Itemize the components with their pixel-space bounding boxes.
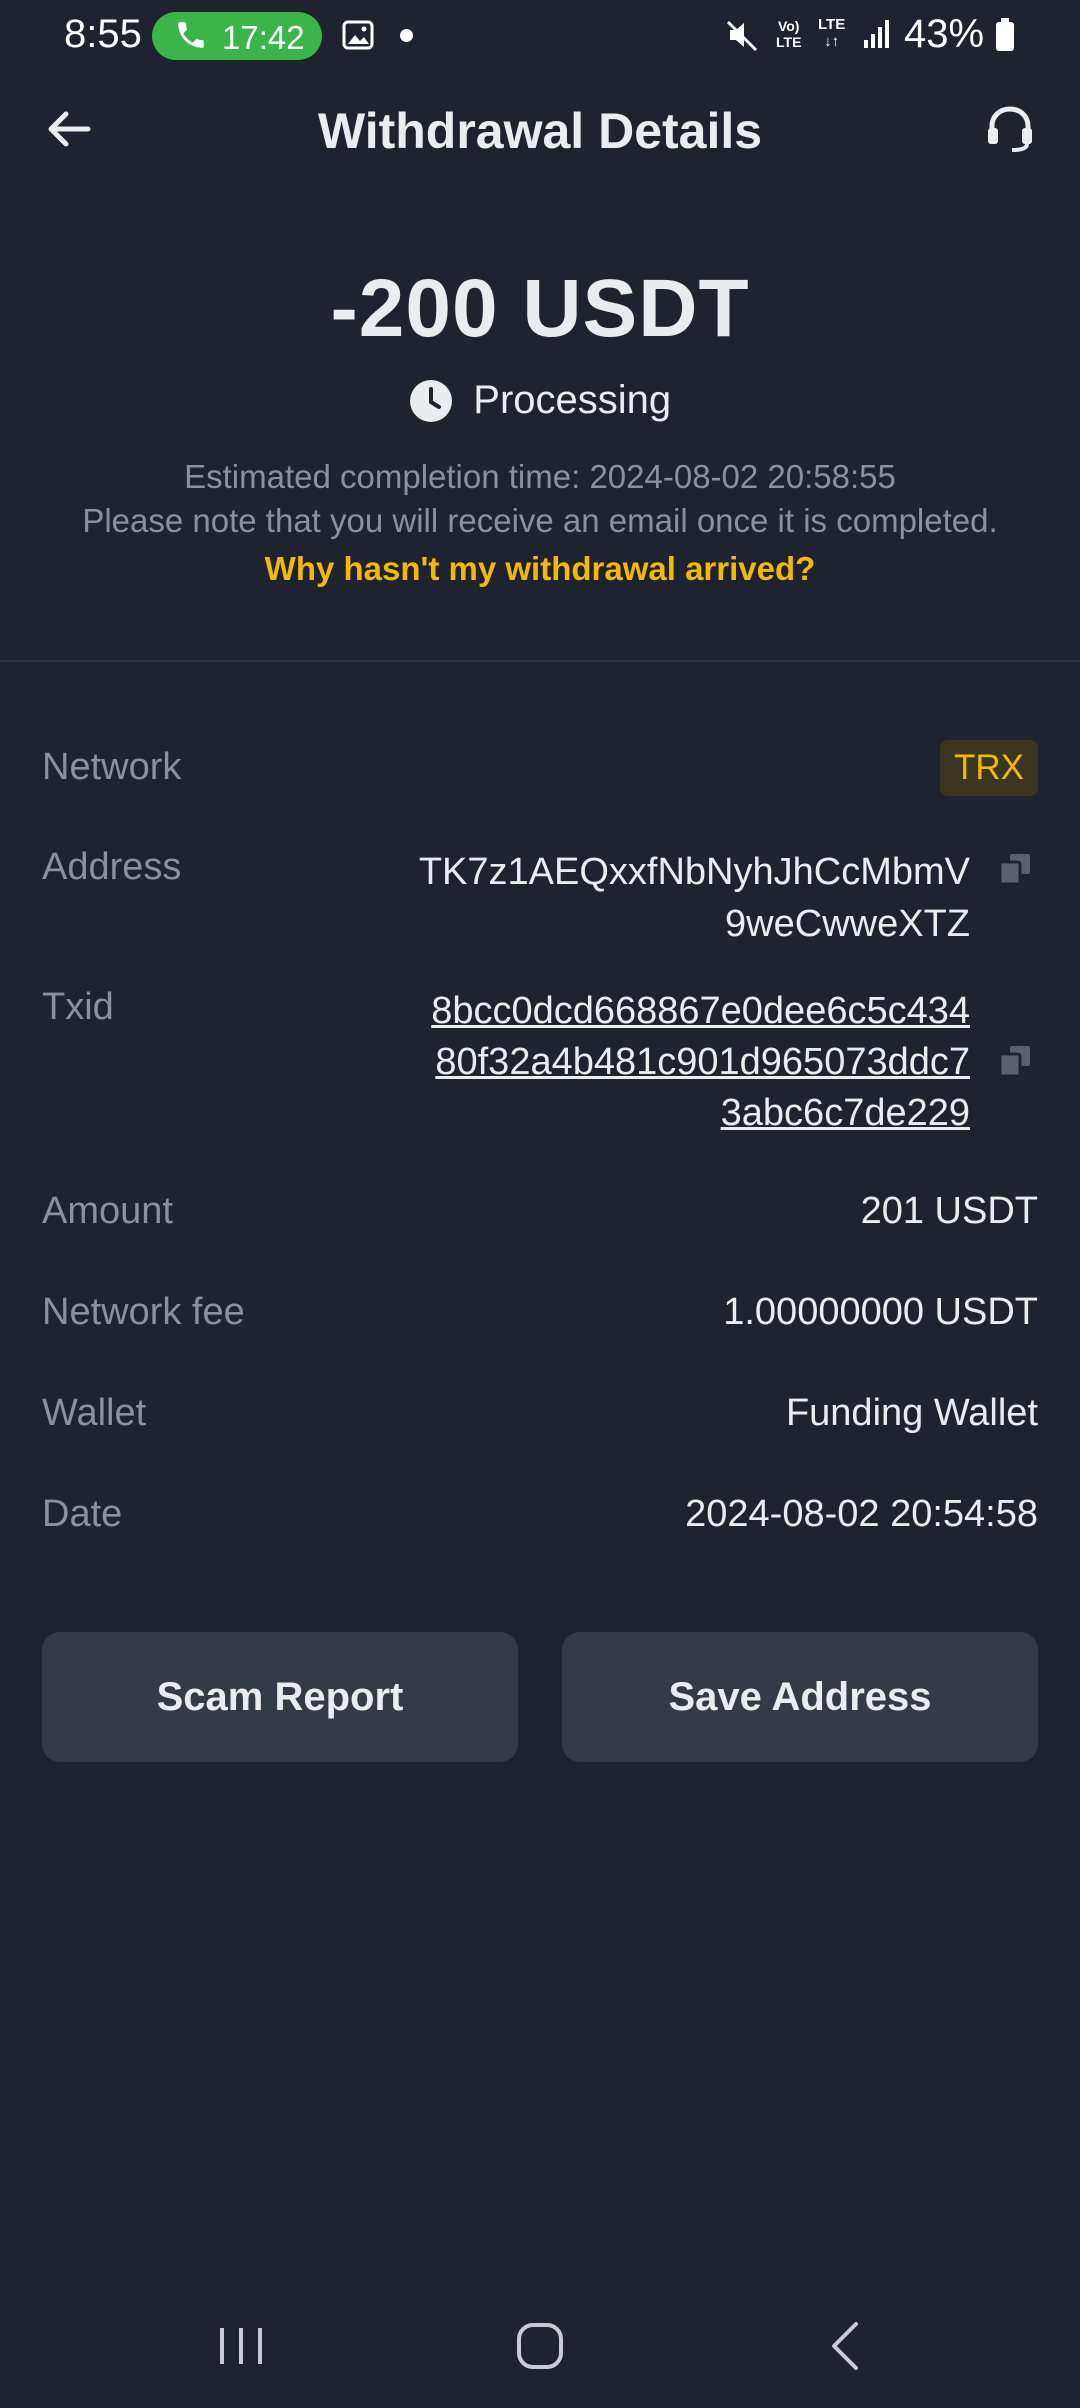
network-fee-value: 1.00000000 USDT [723, 1291, 1038, 1333]
signal-icon [864, 20, 889, 48]
home-icon[interactable] [514, 2320, 566, 2372]
network-label: Network [42, 746, 182, 788]
mute-icon [726, 20, 758, 52]
network-fee-label: Network fee [42, 1291, 245, 1333]
volte-line2: LTE [776, 34, 802, 50]
lte-label: LTE [818, 16, 846, 33]
amount-label: Amount [42, 1190, 173, 1232]
back-icon[interactable] [826, 2318, 866, 2374]
wallet-value: Funding Wallet [785, 1392, 1038, 1434]
address-value: TK7z1AEQxxfNbNyhJhCcMbmV 9weCwweXTZ [350, 846, 970, 950]
txid-line: 3abc6c7de229 [720, 1092, 970, 1134]
network-badge: TRX [940, 740, 1038, 796]
estimated-completion-text: Estimated completion time: 2024-08-02 20… [184, 458, 896, 495]
volte-line1: Vo) [777, 18, 800, 34]
email-note-text: Please note that you will receive an ema… [82, 502, 998, 539]
notification-dot [400, 29, 413, 42]
withdrawal-help-link[interactable]: Why hasn't my withdrawal arrived? [0, 550, 1080, 588]
address-label: Address [42, 846, 182, 888]
headset-support-icon[interactable] [984, 102, 1036, 154]
volte-indicator: Vo) LTE [776, 18, 801, 50]
call-indicator[interactable]: 17:42 [152, 12, 322, 60]
wallet-label: Wallet [42, 1392, 147, 1434]
copy-txid-icon[interactable] [998, 1044, 1032, 1078]
status-row: Processing [0, 378, 1080, 423]
gallery-icon [342, 20, 374, 50]
phone-icon [178, 22, 204, 48]
date-value: 2024-08-02 20:54:58 [685, 1493, 1038, 1535]
section-divider [0, 660, 1080, 662]
recent-apps-icon[interactable] [214, 2320, 268, 2372]
amount-value: 201 USDT [860, 1190, 1038, 1232]
header-bar: Withdrawal Details [0, 80, 1080, 180]
system-nav-bar [0, 2300, 1080, 2408]
save-address-button[interactable]: Save Address [562, 1632, 1038, 1762]
battery-icon [996, 18, 1014, 51]
date-label: Date [42, 1493, 123, 1535]
address-line: 9weCwweXTZ [725, 903, 970, 945]
call-duration: 17:42 [222, 19, 305, 56]
clock-icon [409, 379, 452, 422]
txid-label: Txid [42, 986, 114, 1028]
battery-percentage: 43% [904, 12, 985, 56]
withdrawal-details-screen: 8:55 17:42 Vo) LTE LTE ↓↑ 43% Withdrawal… [0, 0, 1080, 2408]
page-title: Withdrawal Details [317, 103, 763, 159]
address-line: TK7z1AEQxxfNbNyhJhCcMbmV [418, 851, 970, 893]
lte-indicator: LTE ↓↑ [818, 16, 845, 50]
withdrawal-amount: -200 USDT [330, 263, 750, 354]
txid-line: 80f32a4b481c901d965073ddc7 [435, 1041, 970, 1083]
copy-address-icon[interactable] [998, 852, 1032, 886]
status-time: 8:55 [64, 12, 142, 56]
scam-report-button[interactable]: Scam Report [42, 1632, 518, 1762]
status-label: Processing [473, 378, 672, 422]
txid-line: 8bcc0dcd668867e0dee6c5c434 [431, 990, 970, 1032]
data-arrows-icon: ↓↑ [824, 33, 840, 50]
status-bar: 8:55 17:42 Vo) LTE LTE ↓↑ 43% [0, 0, 1080, 70]
txid-link[interactable]: 8bcc0dcd668867e0dee6c5c434 80f32a4b481c9… [350, 986, 970, 1139]
